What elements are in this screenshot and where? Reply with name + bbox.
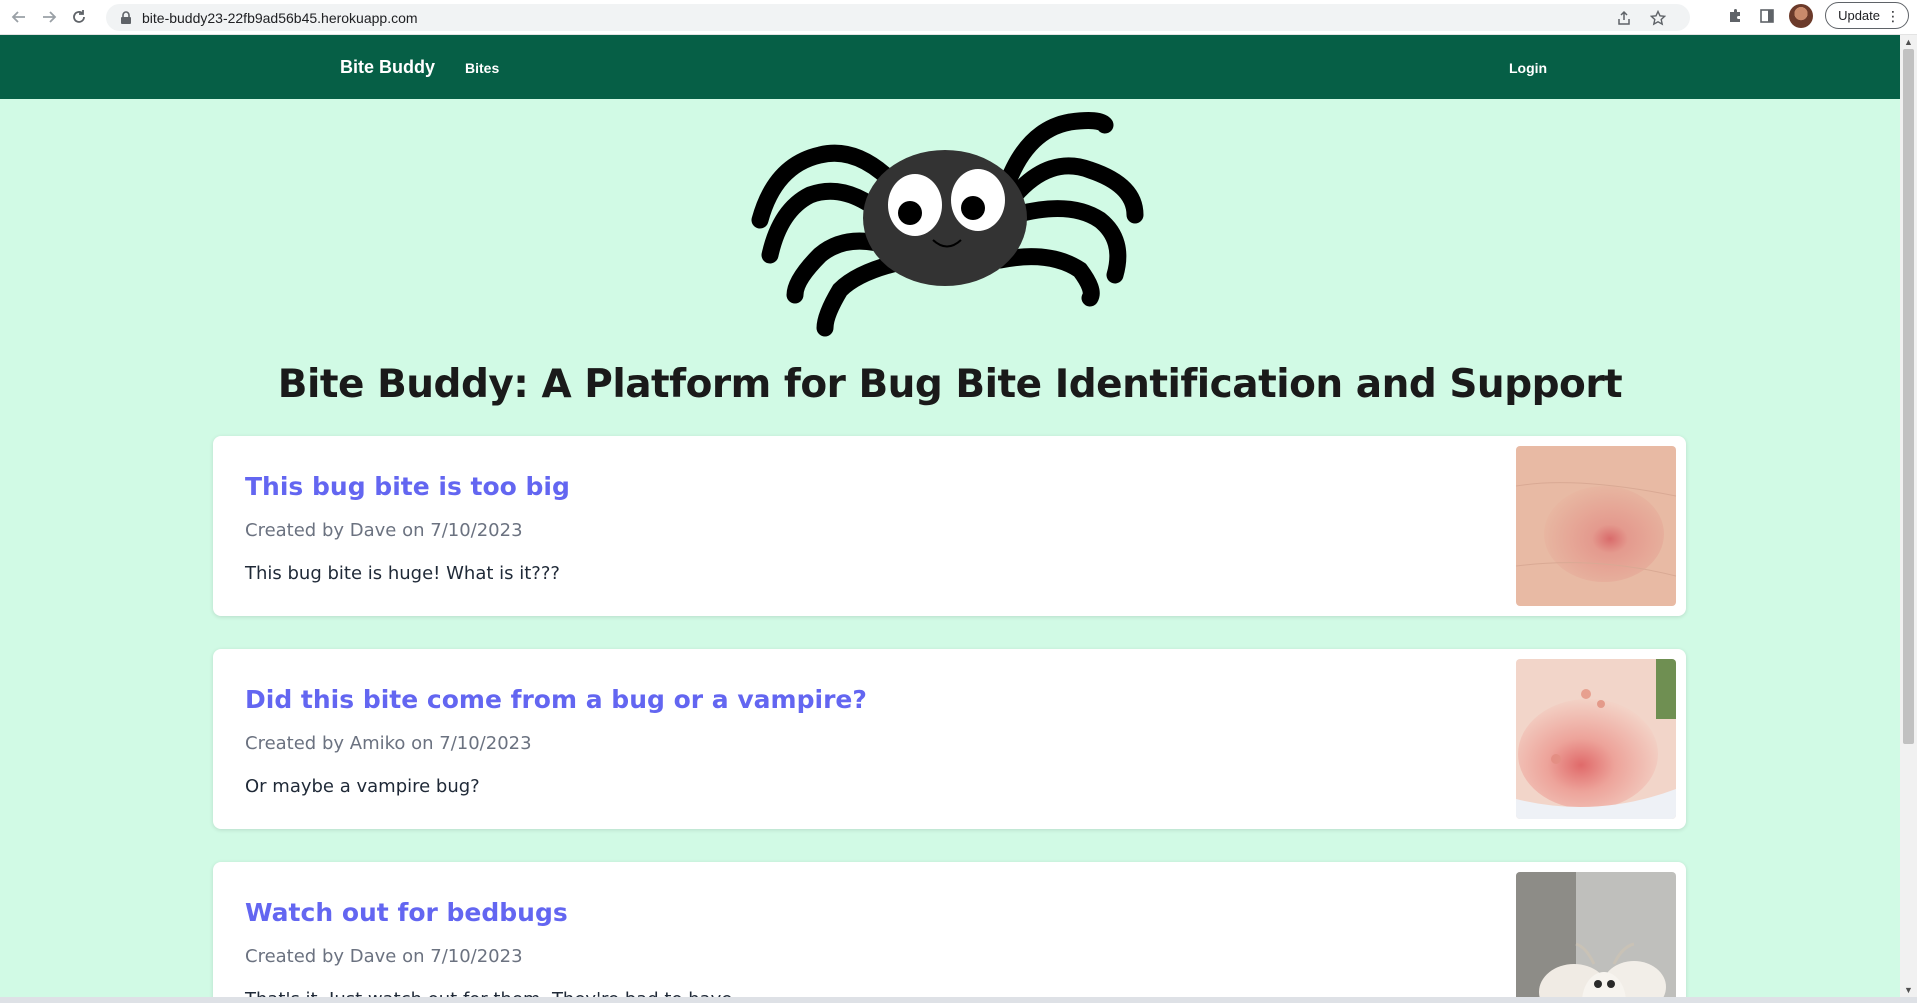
- post-image[interactable]: [1516, 872, 1676, 1003]
- post-image[interactable]: [1516, 446, 1676, 606]
- arrow-right-icon[interactable]: [38, 6, 60, 28]
- browser-toolbar: bite-buddy23-22fb9ad56b45.herokuapp.com …: [0, 0, 1917, 35]
- address-bar[interactable]: bite-buddy23-22fb9ad56b45.herokuapp.com: [106, 4, 1690, 31]
- post-meta: Created by Dave on 7/10/2023: [245, 520, 523, 541]
- scroll-up-icon[interactable]: ▲: [1904, 37, 1913, 47]
- star-icon[interactable]: [1648, 8, 1668, 28]
- post-body: Or maybe a vampire bug?: [245, 776, 480, 797]
- window-bottom-edge: [0, 997, 1917, 1003]
- site-navbar: Bite Buddy Bites Login: [0, 35, 1900, 99]
- reload-icon[interactable]: [68, 6, 90, 28]
- post-meta: Created by Amiko on 7/10/2023: [245, 733, 532, 754]
- page-title: Bite Buddy: A Platform for Bug Bite Iden…: [277, 362, 1623, 407]
- scroll-thumb[interactable]: [1903, 49, 1914, 744]
- post-title-link[interactable]: Did this bite come from a bug or a vampi…: [245, 685, 867, 714]
- post-meta: Created by Dave on 7/10/2023: [245, 946, 523, 967]
- arrow-left-icon[interactable]: [8, 6, 30, 28]
- post-title-link[interactable]: Watch out for bedbugs: [245, 898, 568, 927]
- page-scrollbar[interactable]: ▲ ▼: [1900, 35, 1917, 997]
- side-panel-icon[interactable]: [1757, 6, 1777, 26]
- brand-link[interactable]: Bite Buddy: [340, 57, 435, 78]
- nav-link-bites[interactable]: Bites: [465, 60, 499, 76]
- lock-icon: [118, 10, 134, 26]
- extensions-icon[interactable]: [1725, 6, 1745, 26]
- post-body: This bug bite is huge! What is it???: [245, 563, 560, 584]
- profile-avatar[interactable]: [1789, 3, 1814, 28]
- post-image[interactable]: [1516, 659, 1676, 819]
- post-card: Did this bite come from a bug or a vampi…: [213, 649, 1686, 829]
- more-vert-icon: ⋮: [1886, 7, 1900, 24]
- share-icon[interactable]: [1614, 8, 1634, 28]
- post-title-link[interactable]: This bug bite is too big: [245, 472, 570, 501]
- nav-link-login[interactable]: Login: [1509, 60, 1547, 76]
- update-label: Update: [1838, 8, 1880, 23]
- update-button[interactable]: Update ⋮: [1825, 2, 1909, 29]
- post-card: Watch out for bedbugs Created by Dave on…: [213, 862, 1686, 1003]
- scroll-down-icon[interactable]: ▼: [1904, 985, 1913, 995]
- spider-logo: [750, 110, 1150, 340]
- url-text: bite-buddy23-22fb9ad56b45.herokuapp.com: [142, 9, 418, 26]
- post-card: This bug bite is too big Created by Dave…: [213, 436, 1686, 616]
